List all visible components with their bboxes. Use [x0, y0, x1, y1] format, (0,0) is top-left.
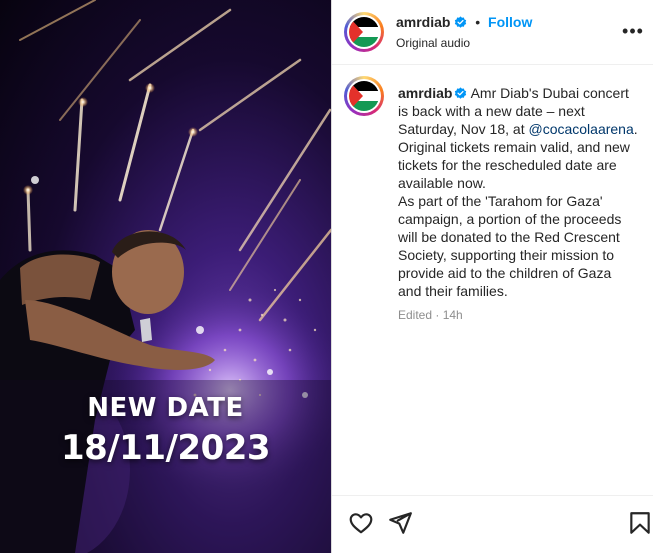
- heart-icon[interactable]: [348, 510, 374, 536]
- edited-timestamp[interactable]: Edited · 14h: [398, 308, 463, 322]
- audio-link[interactable]: Original audio: [396, 36, 470, 50]
- post-caption: amrdiab Amr Diab's Dubai concert is back…: [398, 84, 638, 300]
- more-options-icon[interactable]: •••: [621, 20, 645, 44]
- palestine-flag-icon: [349, 17, 379, 47]
- header-user-row: amrdiab • Follow: [396, 14, 532, 30]
- follow-button[interactable]: Follow: [488, 14, 532, 30]
- overlay-title: NEW DATE: [87, 393, 244, 423]
- bookmark-icon[interactable]: [627, 510, 653, 536]
- avatar[interactable]: [344, 12, 384, 52]
- caption-paragraph: As part of the 'Tarahom for Gaza' campai…: [398, 193, 622, 299]
- palestine-flag-icon: [349, 81, 379, 111]
- separator-dot: •: [475, 14, 481, 30]
- verified-badge-icon: [455, 16, 467, 28]
- post-media[interactable]: NEW DATE 18/11/2023: [0, 0, 331, 553]
- post-header: amrdiab • Follow Original audio •••: [332, 0, 653, 65]
- concert-photo: [0, 0, 331, 553]
- post-panel: amrdiab • Follow Original audio ••• amrd…: [332, 0, 653, 553]
- caption-username-link[interactable]: amrdiab: [398, 85, 452, 101]
- overlay-date: 18/11/2023: [60, 428, 271, 468]
- share-icon[interactable]: [387, 510, 413, 536]
- verified-badge-icon: [455, 87, 467, 99]
- caption-avatar[interactable]: [344, 76, 384, 116]
- mention-link[interactable]: @cocacolaarena: [528, 121, 633, 137]
- action-bar: [332, 495, 653, 554]
- username-link[interactable]: amrdiab: [396, 14, 450, 30]
